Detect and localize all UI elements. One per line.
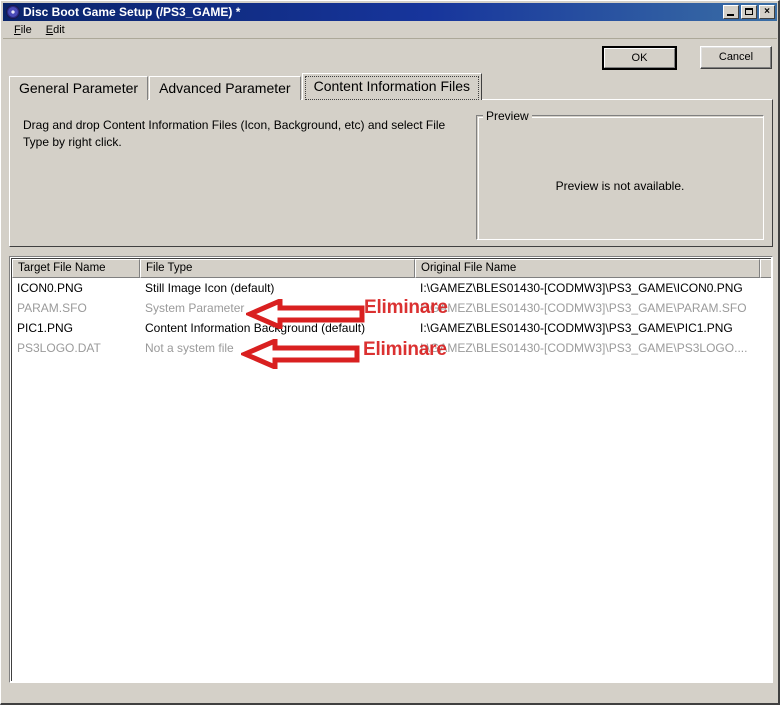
cell-original-file-name: I:\GAMEZ\BLES01430-[CODMW3]\PS3_GAME\PIC… (420, 321, 733, 335)
column-header-original-file-name[interactable]: Original File Name (415, 259, 760, 278)
tab-panel: Drag and drop Content Information Files … (9, 99, 773, 247)
preview-groupbox: Preview Preview is not available. (476, 109, 764, 240)
cell-file-type: Content Information Background (default) (145, 321, 366, 335)
tab-general-parameter[interactable]: General Parameter (9, 76, 149, 100)
close-icon: × (764, 6, 770, 17)
preview-area: Preview is not available. (477, 116, 763, 239)
column-header-filler (760, 259, 771, 278)
file-list-header: Target File Name File Type Original File… (12, 259, 771, 278)
title-bar: Disc Boot Game Setup (/PS3_GAME) * × (3, 3, 777, 21)
cell-file-type: Still Image Icon (default) (145, 281, 275, 295)
tab-content-information-files-label: Content Information Files (313, 78, 470, 94)
file-list-inner: Target File Name File Type Original File… (11, 258, 771, 681)
table-row[interactable]: PIC1.PNG Content Information Background … (12, 318, 771, 338)
tab-general-parameter-label: General Parameter (19, 80, 139, 96)
minimize-icon (727, 14, 734, 16)
minimize-button[interactable] (723, 5, 739, 19)
column-header-target-file-name[interactable]: Target File Name (12, 259, 140, 278)
cancel-button[interactable]: Cancel (700, 46, 772, 69)
cell-file-type: System Parameter (145, 301, 245, 315)
disc-icon (6, 5, 20, 19)
cell-target-file-name: PS3LOGO.DAT (17, 341, 101, 355)
cell-target-file-name: ICON0.PNG (17, 281, 84, 295)
application-window: Disc Boot Game Setup (/PS3_GAME) * × Fil… (0, 0, 780, 705)
table-row[interactable]: PS3LOGO.DAT Not a system file I:\GAMEZ\B… (12, 338, 771, 358)
ok-button[interactable]: OK (602, 46, 677, 70)
maximize-icon (745, 8, 753, 15)
column-header-file-type[interactable]: File Type (140, 259, 415, 278)
menu-bar: File Edit (3, 22, 777, 39)
table-row[interactable]: PARAM.SFO System Parameter I:\GAMEZ\BLES… (12, 298, 771, 318)
cell-original-file-name: I:\GAMEZ\BLES01430-[CODMW3]\PS3_GAME\ICO… (420, 281, 743, 295)
menu-item-file[interactable]: File (7, 23, 39, 37)
ok-button-label: OK (604, 48, 675, 68)
cell-target-file-name: PARAM.SFO (17, 301, 87, 315)
window-title: Disc Boot Game Setup (/PS3_GAME) * (23, 5, 241, 19)
close-button[interactable]: × (759, 5, 775, 19)
maximize-button[interactable] (741, 5, 757, 19)
tab-content-information-files[interactable]: Content Information Files (301, 73, 482, 100)
window-controls: × (723, 5, 775, 19)
cell-file-type: Not a system file (145, 341, 234, 355)
tab-advanced-parameter-label: Advanced Parameter (159, 80, 291, 96)
instructions-text: Drag and drop Content Information Files … (23, 118, 446, 149)
menu-item-edit[interactable]: Edit (39, 23, 72, 37)
preview-groupbox-title: Preview (483, 109, 532, 123)
file-list-body: ICON0.PNG Still Image Icon (default) I:\… (12, 278, 771, 358)
cell-original-file-name: I:\GAMEZ\BLES01430-[CODMW3]\PS3_GAME\PS3… (420, 341, 748, 355)
cell-original-file-name: I:\GAMEZ\BLES01430-[CODMW3]\PS3_GAME\PAR… (420, 301, 747, 315)
file-list[interactable]: Target File Name File Type Original File… (9, 256, 773, 683)
table-row[interactable]: ICON0.PNG Still Image Icon (default) I:\… (12, 278, 771, 298)
tab-advanced-parameter[interactable]: Advanced Parameter (149, 76, 301, 100)
tab-strip: General Parameter Advanced Parameter Con… (9, 73, 773, 100)
cell-target-file-name: PIC1.PNG (17, 321, 74, 335)
preview-message: Preview is not available. (555, 178, 685, 193)
